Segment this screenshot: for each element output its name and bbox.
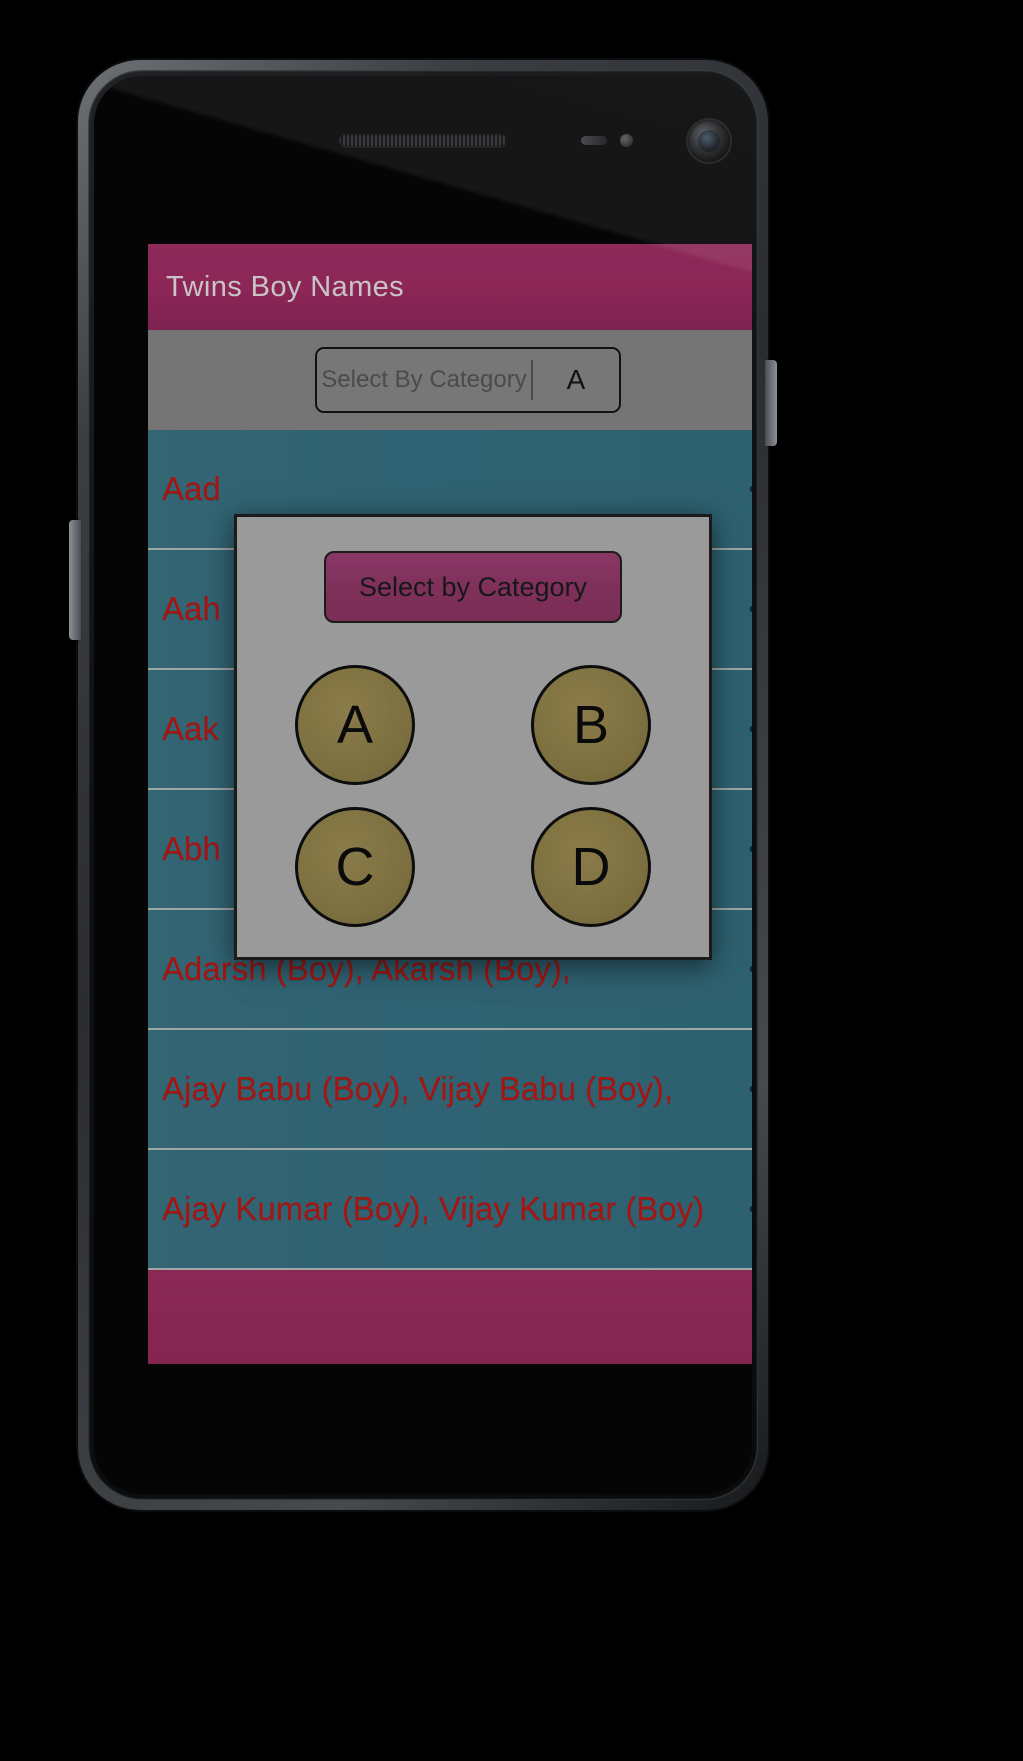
dialog-title-label: Select by Category [358,571,588,602]
notification-led [581,136,607,145]
spinner-selected-value: A [566,364,586,395]
dialog-title-button[interactable]: Select by Category [324,551,622,623]
share-icon[interactable] [732,1194,752,1224]
category-letter-label: B [572,695,610,755]
camera-lens [698,130,720,152]
category-letter-d[interactable]: D [531,807,651,927]
category-letter-c[interactable]: C [295,807,415,927]
name-text: Ajay Babu (Boy), Vijay Babu (Boy), [162,1070,674,1107]
bottom-bar [148,1270,752,1364]
app-screen: Twins Boy Names Select By Category A Aad [148,244,752,1364]
share-icon[interactable] [732,714,752,744]
category-letter-label: C [335,837,375,897]
share-icon[interactable] [732,954,752,984]
front-camera [688,120,730,162]
letter-grid: A B C D [237,665,709,927]
earpiece-speaker [339,134,507,147]
spinner-placeholder-label: Select By Category [321,366,527,393]
proximity-sensor [620,134,633,147]
phone-screen-glass: Twins Boy Names Select By Category A Aad [94,76,752,1494]
category-letter-label: D [571,837,611,897]
category-spinner[interactable]: Select By Category A [315,347,621,413]
table-row[interactable]: Ajay Babu (Boy), Vijay Babu (Boy), [148,1030,752,1150]
category-letter-a[interactable]: A [295,665,415,785]
share-icon[interactable] [732,474,752,504]
name-text: Aad [162,470,221,507]
power-button[interactable] [765,360,777,446]
share-icon[interactable] [732,834,752,864]
category-letter-label: A [336,695,374,755]
capture-top-strip [300,0,805,44]
app-title-bar: Twins Boy Names [148,244,752,330]
category-letter-b[interactable]: B [531,665,651,785]
phone-bezel: Twins Boy Names Select By Category A Aad [88,70,758,1500]
volume-button[interactable] [69,520,81,640]
category-dialog: Select by Category A B C D [234,514,712,960]
share-icon[interactable] [732,1074,752,1104]
phone-device: Twins Boy Names Select By Category A Aad [69,60,777,1510]
share-icon[interactable] [732,594,752,624]
page-title: Twins Boy Names [166,270,405,303]
name-text: Ajay Kumar (Boy), Vijay Kumar (Boy) [162,1190,705,1227]
table-row[interactable]: Ajay Kumar (Boy), Vijay Kumar (Boy) [148,1150,752,1270]
spinner-area: Select By Category A [148,330,752,430]
